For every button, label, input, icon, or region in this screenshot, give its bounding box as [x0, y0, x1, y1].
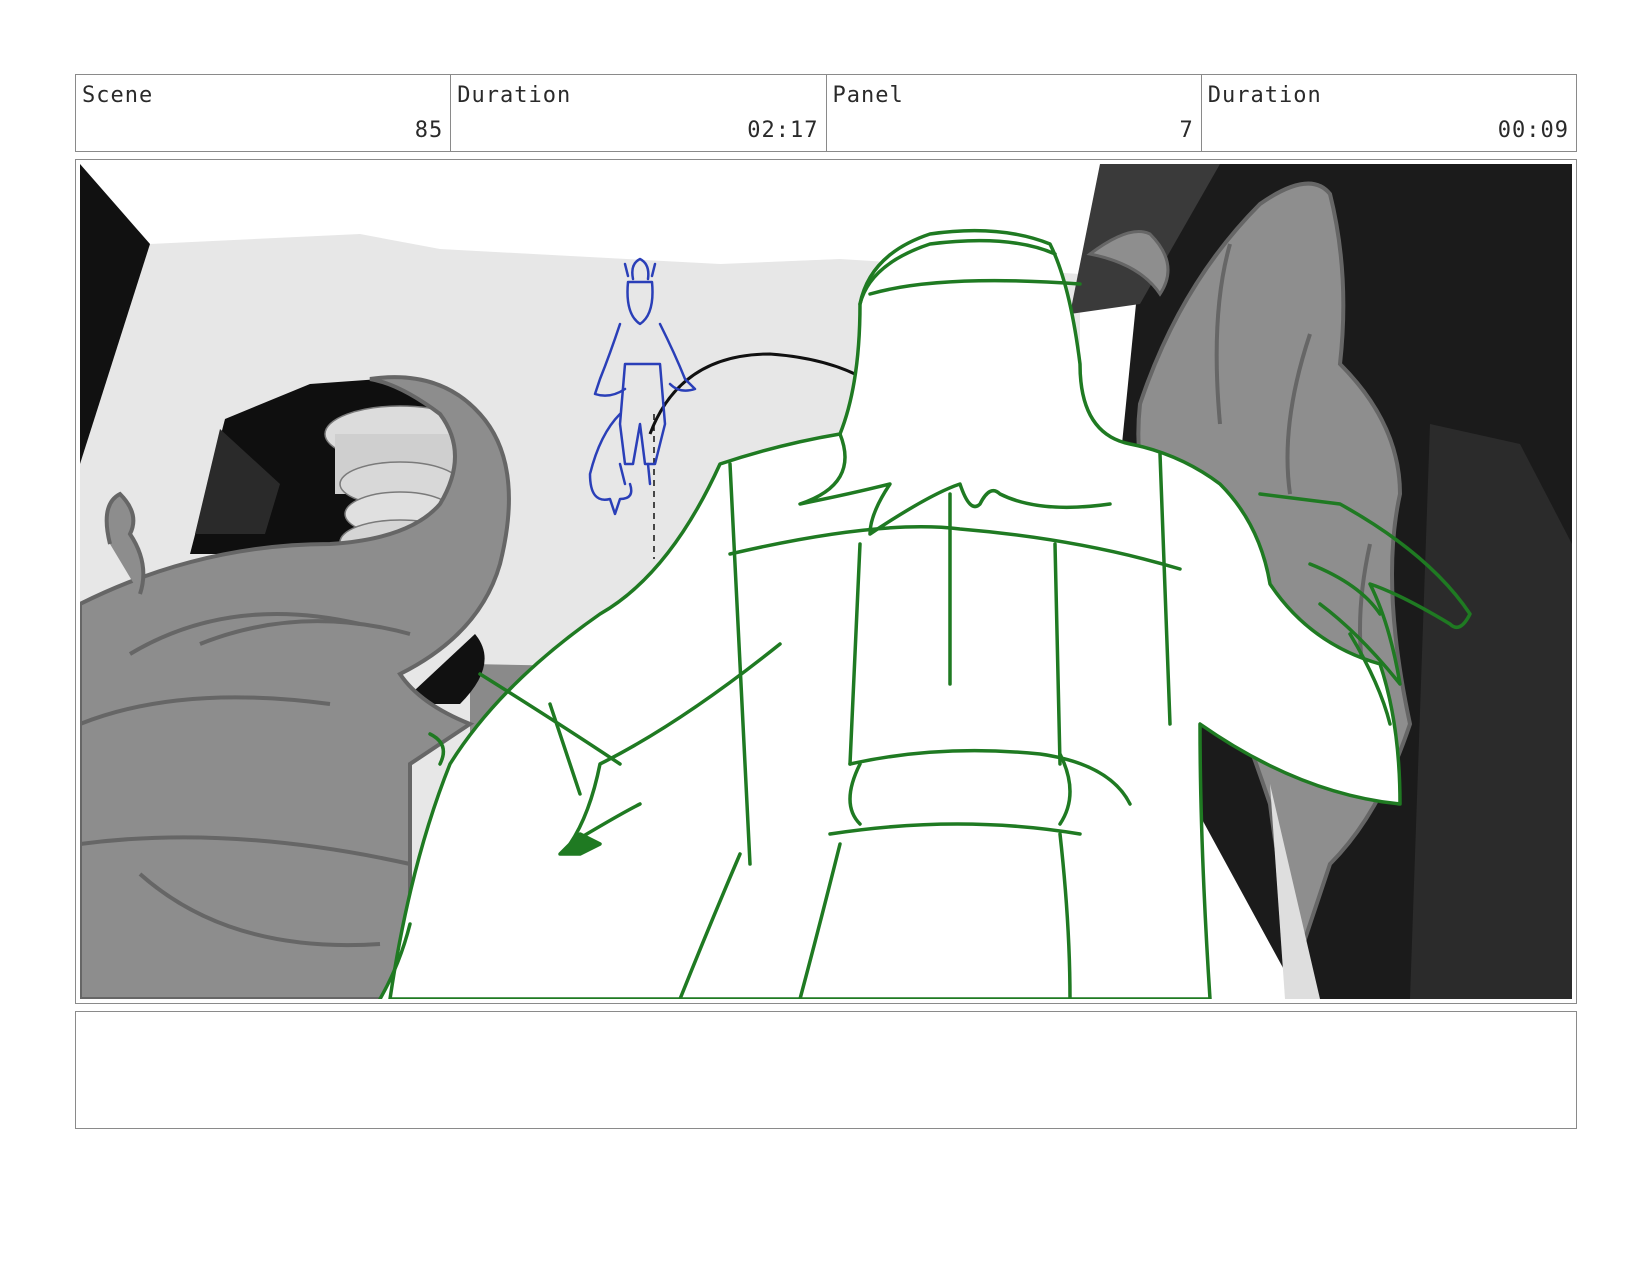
panel-number: 7 [1179, 118, 1194, 143]
scene-label: Scene [82, 83, 154, 108]
panel-label: Panel [832, 83, 904, 108]
scene-duration-cell: Duration 02:17 [451, 75, 827, 151]
panel-duration-cell: Duration 00:09 [1202, 75, 1576, 151]
scene-number: 85 [414, 118, 444, 143]
panel-artwork [80, 164, 1572, 999]
scene-cell: Scene 85 [76, 75, 452, 151]
scene-duration-label: Duration [457, 83, 572, 108]
storyboard-frame [75, 159, 1577, 1004]
scene-duration-value: 02:17 [747, 118, 819, 143]
panel-notes-box [75, 1011, 1577, 1129]
panel-cell: Panel 7 [827, 75, 1202, 151]
panel-duration-value: 00:09 [1497, 118, 1569, 143]
panel-duration-label: Duration [1207, 83, 1322, 108]
storyboard-header: Scene 85 Duration 02:17 Panel 7 Duration… [75, 74, 1577, 152]
